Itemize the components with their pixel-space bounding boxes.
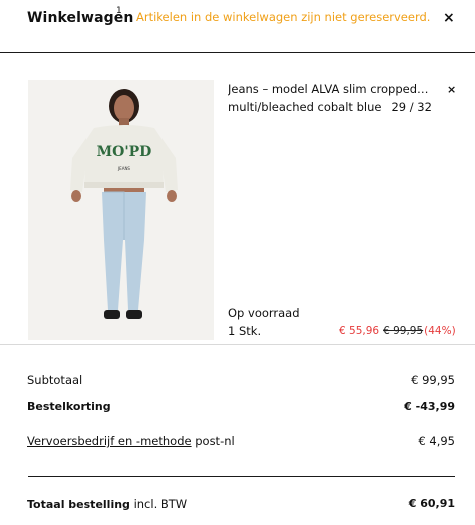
shipping-value: € 4,95 [418,434,455,448]
reservation-notice: Artikelen in de winkelwagen zijn niet ge… [136,10,431,24]
product-quantity: 1 Stk. [228,324,262,338]
sale-price: € 55,96 [339,325,380,337]
subtotal-label: Subtotaal [27,373,83,387]
total-label: Totaal bestelling [27,498,130,511]
shirt-subprint: JEANS [117,166,130,171]
total-row: Totaal bestelling incl. BTW [27,497,187,511]
cart-header: Winkelwagen 1 Artikelen in de winkelwage… [0,0,475,53]
stock-status: Op voorraad [228,306,300,320]
order-discount-label: Bestelkorting [27,400,111,413]
shipping-method-name: post-nl [191,434,235,448]
close-cart-button[interactable]: × [443,10,455,26]
shipping-row: Vervoersbedrijf en -methode post-nl [27,434,235,448]
discount-percent: (44%) [424,325,456,337]
total-suffix: incl. BTW [129,497,188,511]
divider [0,344,475,345]
product-color: multi/bleached cobalt blue [228,100,382,114]
original-price: € 99,95 [383,325,424,337]
subtotal-value: € 99,95 [411,373,455,387]
model-figure: MO'PD JEANS [28,80,214,340]
order-discount-value: € -43,99 [404,400,455,413]
product-name[interactable]: Jeans – model ALVA slim cropped… [228,82,438,96]
shipping-method-link[interactable]: Vervoersbedrijf en -methode [27,434,192,448]
divider [28,476,455,477]
product-prices: € 55,96 € 99,95(44%) [339,325,456,337]
total-value: € 60,91 [408,497,455,510]
product-size: 29 / 32 [391,100,432,114]
product-image[interactable]: MO'PD JEANS [28,80,214,340]
product-variant: multi/bleached cobalt blue 29 / 32 [228,100,432,114]
cart-count: 1 [116,6,122,16]
remove-item-button[interactable]: × [447,83,456,96]
shirt-print: MO'PD [97,144,152,160]
